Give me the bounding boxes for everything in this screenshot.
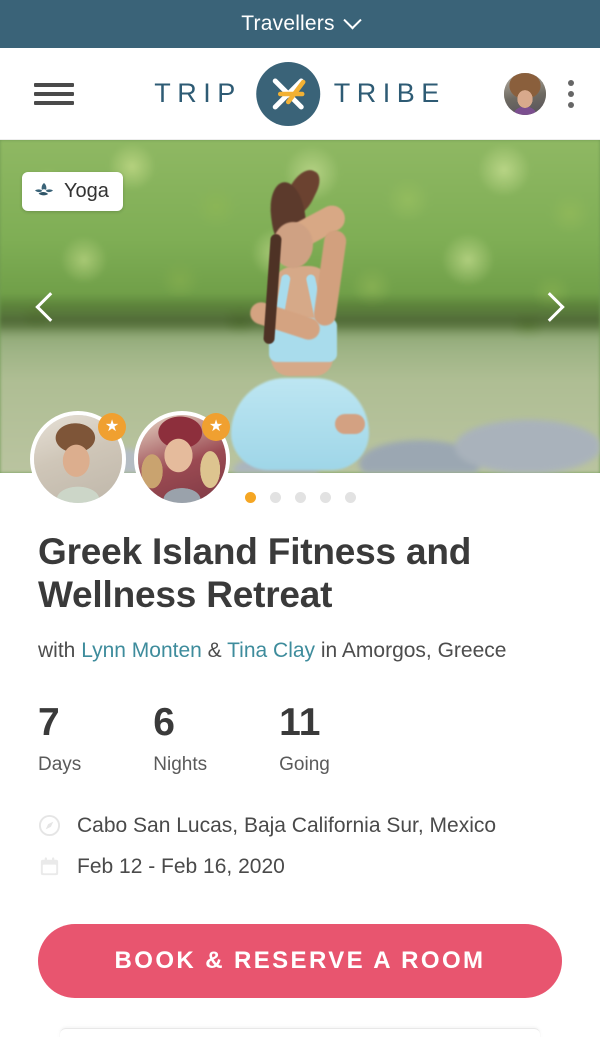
trip-meta: Cabo San Lucas, Baja California Sur, Mex… (38, 814, 562, 879)
dates-text: Feb 12 - Feb 16, 2020 (77, 854, 285, 878)
location-row: Cabo San Lucas, Baja California Sur, Mex… (38, 814, 562, 838)
chevron-right-icon[interactable] (536, 290, 570, 324)
host-separator: & (201, 638, 228, 662)
calendar-icon (38, 855, 61, 878)
host-link-1[interactable]: Lynn Monten (81, 639, 202, 662)
carousel-dot[interactable] (344, 492, 356, 503)
lotus-yoga-icon (33, 181, 55, 202)
stat-value: 11 (279, 700, 321, 744)
carousel-dot[interactable] (269, 492, 281, 503)
app-header: TRIP TRIBE (0, 48, 600, 140)
brand-logo[interactable]: TRIP TRIBE (154, 61, 446, 126)
hamburger-menu-icon[interactable] (34, 79, 74, 109)
mobile-screen: Travellers TRIP TRIBE Yoga ★ ★ Greek Isl… (0, 0, 600, 1037)
location-suffix: in Amorgos, Greece (315, 638, 507, 662)
stat-nights: 6 Nights (153, 703, 207, 776)
user-avatar[interactable] (504, 72, 546, 115)
trip-details: Greek Island Fitness and Wellness Retrea… (0, 530, 600, 998)
stat-value: 7 (38, 700, 60, 744)
brand-text-trip: TRIP (154, 78, 242, 108)
category-badge-label: Yoga (64, 180, 109, 202)
stat-going: 11 Going (279, 703, 330, 776)
with-prefix: with (38, 638, 82, 662)
chevron-down-icon (343, 10, 362, 29)
travellers-label: Travellers (241, 12, 335, 35)
carousel-dot[interactable] (244, 492, 256, 503)
crossed-paddles-logo-icon (255, 61, 320, 126)
trip-stats: 7 Days 6 Nights 11 Going (38, 703, 562, 776)
stat-label: Nights (153, 753, 208, 775)
host-link-2[interactable]: Tina Clay (227, 639, 315, 662)
stat-value: 6 (153, 700, 175, 744)
book-reserve-room-button[interactable]: BOOK & RESERVE A ROOM (38, 923, 562, 998)
hosts-line: with Lynn Monten & Tina Clay in Amorgos,… (38, 639, 562, 663)
category-badge[interactable]: Yoga (22, 172, 123, 211)
next-section-card (60, 1028, 540, 1037)
star-badge-icon: ★ (202, 413, 230, 441)
dates-row: Feb 12 - Feb 16, 2020 (38, 855, 562, 879)
travellers-mode-bar[interactable]: Travellers (0, 0, 600, 48)
hero-yoga-figure (215, 164, 385, 472)
stat-label: Days (38, 753, 82, 775)
star-badge-icon: ★ (98, 413, 126, 441)
stat-days: 7 Days (38, 703, 81, 776)
compass-location-icon (38, 814, 61, 837)
carousel-dots (0, 492, 600, 503)
chevron-left-icon[interactable] (30, 290, 64, 324)
brand-text-tribe: TRIBE (333, 78, 446, 108)
more-vertical-icon[interactable] (568, 79, 574, 108)
stat-label: Going (279, 753, 330, 775)
location-text: Cabo San Lucas, Baja California Sur, Mex… (77, 813, 497, 837)
carousel-dot[interactable] (294, 492, 306, 503)
carousel-dot[interactable] (319, 492, 331, 503)
page-title: Greek Island Fitness and Wellness Retrea… (38, 531, 472, 616)
